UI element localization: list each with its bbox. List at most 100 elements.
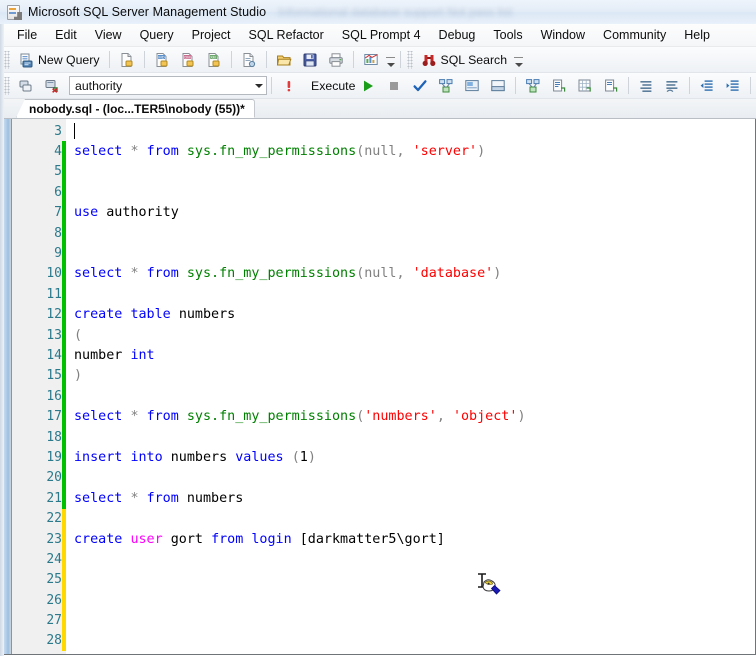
code-line[interactable]: select * from sys.fn_my_permissions(null… [66,264,755,284]
editor-toolbar-grip[interactable] [4,76,10,95]
code-line[interactable]: select * from sys.fn_my_permissions('num… [66,406,755,426]
ssms-window: Microsoft SQL Server Management Studio I… [0,0,756,656]
menu-item-edit[interactable]: Edit [46,26,86,44]
tab-nobody-sql[interactable]: nobody.sql - (loc...TER5\nobody (55))* [16,99,255,118]
new-analysis-services-xmla-query-button[interactable]: XM [202,48,226,71]
code-line[interactable] [66,386,755,406]
print-button[interactable] [324,48,348,71]
menu-item-view[interactable]: View [86,26,131,44]
sql-search-toolbar-grip[interactable] [406,50,413,69]
token-punct: , [436,409,453,425]
code-line[interactable] [66,243,755,263]
code-line[interactable] [66,468,755,488]
include-client-statistics-button[interactable] [521,74,545,97]
connect-button[interactable] [14,74,38,97]
token-kw: from [211,531,244,547]
uncomment-lines-button[interactable] [660,74,684,97]
comment-icon [638,78,654,94]
toolbar-overflow-button[interactable] [385,50,396,70]
menu-item-help[interactable]: Help [675,26,719,44]
code-line[interactable]: create table numbers [66,305,755,325]
blue-check-icon [412,78,428,94]
summary-button[interactable] [359,48,383,71]
editor-code-area[interactable]: select * from sys.fn_my_permissions(null… [66,119,755,654]
code-line[interactable] [66,182,755,202]
new-blank-query-button[interactable] [115,48,139,71]
change-connection-button[interactable] [40,74,64,97]
menu-item-project[interactable]: Project [183,26,240,44]
code-line[interactable] [66,427,755,447]
code-line[interactable] [66,284,755,304]
code-line[interactable] [66,162,755,182]
code-line[interactable]: create user gort from login [darkmatter5… [66,529,755,549]
query-options-button[interactable] [460,74,484,97]
display-estimated-execution-plan-button[interactable] [434,74,458,97]
toolbar-separator [143,51,145,68]
new-analysis-services-mdx-query-button[interactable]: MD [150,48,174,71]
code-line[interactable]: select * from numbers [66,488,755,508]
menu-item-query[interactable]: Query [131,26,183,44]
code-line[interactable] [66,570,755,590]
decrease-indent-button[interactable] [695,74,719,97]
menu-item-sql-prompt-4[interactable]: SQL Prompt 4 [333,26,430,44]
save-button[interactable] [298,48,322,71]
code-line[interactable]: insert into numbers values (1) [66,447,755,467]
token-kw: select [74,144,123,160]
token-fn: sys.fn_my_permissions [186,144,357,160]
sql-search-button[interactable]: SQL Search [417,48,512,71]
menu-item-debug[interactable]: Debug [430,26,485,44]
comment-lines-button[interactable] [634,74,658,97]
code-line[interactable] [66,121,755,141]
database-combo-value: authority [75,78,123,93]
actual-plan-icon [490,78,506,94]
increase-indent-button[interactable] [721,74,745,97]
chevron-down-icon[interactable] [251,77,266,94]
results-to-grid-button[interactable] [573,74,597,97]
open-file-button[interactable] [272,48,296,71]
code-line[interactable]: number int [66,345,755,365]
menu-item-community[interactable]: Community [594,26,675,44]
code-line[interactable] [66,549,755,569]
parse-button[interactable] [408,74,432,97]
line-number: 9 [54,246,62,262]
code-line[interactable] [66,610,755,630]
toolbar-grip[interactable] [4,50,10,69]
line-number: 3 [54,123,62,139]
code-line[interactable]: use authority [66,203,755,223]
results-to-text-button[interactable] [547,74,571,97]
database-combo[interactable]: authority [69,76,267,95]
query-options-icon [464,78,480,94]
code-line[interactable] [66,508,755,528]
svg-text:MD: MD [158,54,164,59]
sql-search-overflow-button[interactable] [513,50,524,70]
results-to-file-button[interactable] [599,74,623,97]
code-line[interactable]: ) [66,366,755,386]
new-sql-server-compact-query-button[interactable] [237,48,261,71]
menu-item-sql-refactor[interactable]: SQL Refactor [240,26,333,44]
line-number: 27 [46,613,62,629]
dmx-query-icon: DM [180,52,196,68]
stop-button[interactable] [382,74,406,97]
code-line[interactable]: ( [66,325,755,345]
code-line[interactable] [66,631,755,651]
execute-button[interactable]: Execute [303,74,380,97]
menu-item-window[interactable]: Window [532,26,594,44]
line-number: 10 [46,266,62,282]
token-punct: ( [356,409,365,425]
code-line[interactable]: select * from sys.fn_my_permissions(null… [66,141,755,161]
results-to-text-icon [551,78,567,94]
code-line[interactable] [66,590,755,610]
new-query-button[interactable]: New Query [14,48,104,71]
toolbar-separator [352,51,354,68]
menu-item-tools[interactable]: Tools [484,26,531,44]
code-line[interactable] [66,223,755,243]
include-actual-execution-plan-button[interactable] [486,74,510,97]
new-analysis-services-dmx-query-button[interactable]: DM [176,48,200,71]
menu-item-file[interactable]: File [8,26,46,44]
debug-button[interactable] [277,74,301,97]
